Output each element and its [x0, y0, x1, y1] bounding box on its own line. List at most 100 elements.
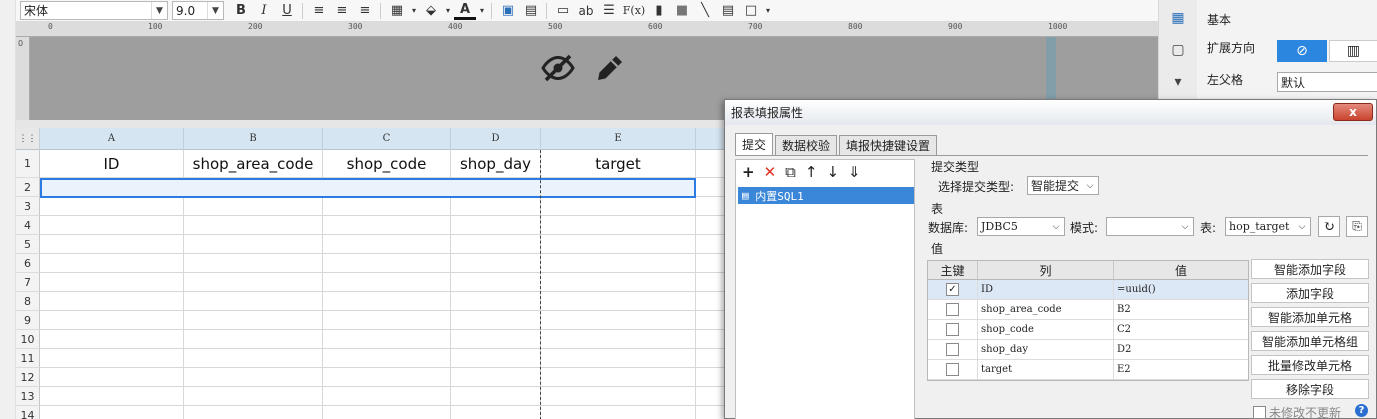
primary-key-checkbox[interactable] — [946, 363, 959, 376]
row-header[interactable]: 14 — [16, 406, 40, 419]
sheet-cell[interactable] — [323, 197, 451, 216]
move-down-icon[interactable]: ↓ — [826, 163, 839, 181]
column-cell[interactable]: ID — [978, 280, 1114, 299]
column-header-c[interactable]: C — [323, 128, 451, 150]
row-header[interactable]: 2 — [16, 178, 40, 197]
value-cell[interactable]: =uuid() — [1114, 280, 1248, 299]
sheet-cell[interactable] — [184, 292, 323, 311]
sheet-cell[interactable] — [40, 235, 184, 254]
row-header[interactable]: 12 — [16, 368, 40, 387]
sheet-cell[interactable] — [696, 311, 724, 330]
expand-none-button[interactable]: ⊘ — [1277, 40, 1327, 62]
bold-button[interactable]: B — [230, 1, 252, 21]
sheet-cell[interactable] — [451, 216, 541, 235]
database-select[interactable]: JDBC5 ⌵ — [977, 217, 1065, 236]
sheet-cell[interactable] — [696, 406, 724, 419]
column-header-b[interactable]: B — [184, 128, 323, 150]
sheet-cell[interactable] — [696, 273, 724, 292]
sheet-cell[interactable] — [696, 197, 724, 216]
table-row[interactable]: ✓ ID =uuid() — [928, 280, 1248, 300]
row-header[interactable]: 3 — [16, 197, 40, 216]
sheet-cell[interactable] — [323, 330, 451, 349]
align-center-icon[interactable]: ≡ — [331, 1, 353, 21]
sheet-cell[interactable] — [184, 330, 323, 349]
sheet-cell[interactable] — [451, 368, 541, 387]
frame-icon[interactable]: ▢ — [1168, 40, 1188, 60]
tab-data-validation[interactable]: 数据校验 — [775, 135, 838, 155]
sheet-cell[interactable] — [184, 349, 323, 368]
text-button[interactable]: ab — [575, 1, 597, 21]
delete-icon[interactable]: ✕ — [764, 163, 777, 181]
side-button[interactable]: 批量修改单元格 — [1251, 355, 1369, 375]
fill-color-icon[interactable]: ⬙ — [420, 1, 442, 21]
box-icon[interactable]: ■ — [671, 1, 693, 21]
row-header[interactable]: 11 — [16, 349, 40, 368]
side-button[interactable]: 智能添加字段 — [1251, 259, 1369, 279]
column-header-d[interactable]: D — [451, 128, 541, 150]
sheet-cell[interactable] — [323, 292, 451, 311]
align-left-icon[interactable]: ≡ — [308, 1, 330, 21]
left-parent-select[interactable]: 默认 — [1277, 72, 1377, 92]
font-color-button[interactable]: A — [454, 2, 476, 20]
move-bottom-icon[interactable]: ⇓ — [848, 163, 861, 181]
copy-icon[interactable]: ⧉ — [785, 163, 796, 181]
doc-icon[interactable]: ▤ — [717, 1, 739, 21]
font-size-select[interactable]: 9.0 ▼ — [172, 1, 224, 20]
sheet-cell[interactable] — [323, 368, 451, 387]
sheet-cell[interactable] — [323, 349, 451, 368]
preview-icon[interactable]: ⎘ — [1346, 216, 1368, 237]
sheet-cell[interactable] — [696, 330, 724, 349]
sheet-cell[interactable] — [541, 292, 696, 311]
column-header-f[interactable] — [696, 128, 724, 150]
sheet-cell[interactable] — [184, 368, 323, 387]
add-icon[interactable]: + — [742, 163, 755, 181]
table-select[interactable]: hop_target ⌵ — [1225, 217, 1311, 236]
column-cell[interactable]: shop_area_code — [978, 300, 1114, 319]
sheet-cell[interactable] — [696, 292, 724, 311]
edit-pencil-icon[interactable] — [592, 50, 628, 89]
value-cell[interactable]: C2 — [1114, 320, 1248, 339]
sheet-cell[interactable]: shop_code — [323, 150, 451, 178]
sheet-cell[interactable] — [451, 330, 541, 349]
merge-cells-icon[interactable]: ▤ — [520, 1, 542, 21]
row-header[interactable]: 1 — [16, 150, 40, 178]
side-button[interactable]: 添加字段 — [1251, 283, 1369, 303]
sheet-cell[interactable] — [541, 368, 696, 387]
sheet-cell[interactable] — [451, 406, 541, 419]
sheet-cell[interactable] — [40, 254, 184, 273]
value-cell[interactable]: E2 — [1114, 360, 1248, 379]
selected-row-2[interactable] — [40, 178, 696, 198]
primary-key-checkbox[interactable] — [946, 323, 959, 336]
mode-select[interactable]: ⌵ — [1106, 217, 1194, 236]
close-button[interactable]: x — [1333, 103, 1373, 121]
help-icon[interactable]: ? — [1355, 404, 1368, 417]
unmodified-checkbox[interactable] — [1253, 406, 1266, 419]
sheet-cell[interactable] — [541, 330, 696, 349]
sheet-cell[interactable] — [451, 273, 541, 292]
side-button[interactable]: 智能添加单元格 — [1251, 307, 1369, 327]
sheet-cell[interactable] — [40, 349, 184, 368]
border-icon[interactable]: ▦ — [386, 1, 408, 21]
dialog-titlebar[interactable]: 报表填报属性 x — [725, 100, 1376, 125]
sheet-cell[interactable] — [451, 387, 541, 406]
table-row[interactable]: target E2 — [928, 360, 1248, 380]
underline-button[interactable]: U — [276, 1, 298, 21]
sheet-cell[interactable] — [696, 178, 724, 197]
sheet-cell[interactable] — [451, 311, 541, 330]
table-row[interactable]: shop_area_code B2 — [928, 300, 1248, 320]
sheet-cell[interactable] — [696, 349, 724, 368]
sheet-cell[interactable] — [451, 235, 541, 254]
sheet-cell[interactable] — [184, 216, 323, 235]
sheet-cell[interactable] — [323, 254, 451, 273]
unmodified-checkbox-row[interactable]: 未修改不更新 — [1253, 404, 1341, 419]
row-header[interactable]: 10 — [16, 330, 40, 349]
side-button[interactable]: 智能添加单元格组 — [1251, 331, 1369, 351]
column-header-a[interactable]: A — [40, 128, 184, 150]
sheet-cell[interactable] — [541, 406, 696, 419]
row-header[interactable]: 8 — [16, 292, 40, 311]
cell-properties-icon[interactable]: ▦ — [1168, 8, 1188, 28]
value-cell[interactable]: B2 — [1114, 300, 1248, 319]
sheet-cell[interactable] — [40, 406, 184, 419]
sheet-cell[interactable] — [40, 330, 184, 349]
sheet-cell[interactable] — [541, 311, 696, 330]
